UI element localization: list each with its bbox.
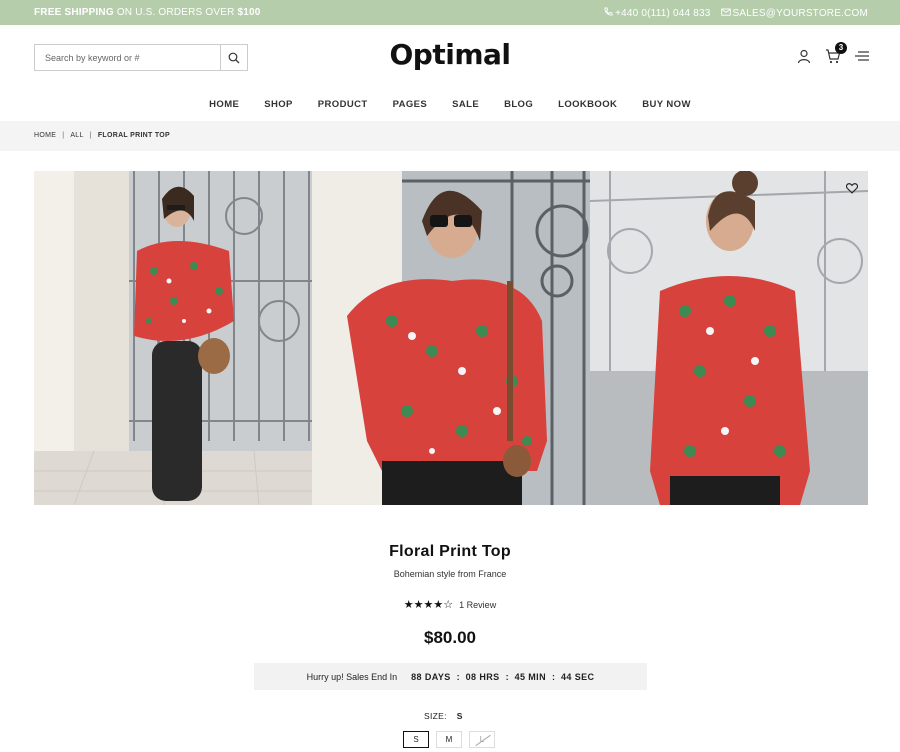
- nav-product[interactable]: PRODUCT: [318, 99, 368, 110]
- product-photo-full-body: [34, 171, 312, 505]
- email-address: SALES@YOURSTORE.COM: [732, 8, 868, 19]
- countdown-minutes: 45 MIN: [514, 671, 546, 682]
- heart-icon[interactable]: [846, 183, 858, 194]
- countdown-separator: :: [551, 671, 555, 682]
- product-title: Floral Print Top: [389, 543, 511, 560]
- shipping-strong: FREE SHIPPING: [34, 7, 114, 18]
- nav-sale[interactable]: SALE: [452, 99, 479, 110]
- main-nav: HOME SHOP PRODUCT PAGES SALE BLOG LOOKBO…: [0, 99, 900, 110]
- size-label: SIZE: S: [424, 711, 463, 721]
- countdown-separator: :: [505, 671, 509, 682]
- phone-icon: [604, 7, 613, 16]
- star-outline-icon: ☆: [443, 599, 454, 611]
- size-option-l[interactable]: L: [469, 731, 495, 748]
- star-rating: ★★★★☆: [404, 598, 453, 611]
- phone-number: +440 0(111) 044 833: [615, 8, 711, 19]
- product-price: $80.00: [424, 628, 476, 647]
- breadcrumb: HOME | ALL | FLORAL PRINT TOP: [0, 121, 900, 151]
- countdown-hours: 08 HRS: [465, 671, 500, 682]
- nav-pages[interactable]: PAGES: [393, 99, 428, 110]
- mail-icon: [720, 8, 731, 16]
- nav-blog[interactable]: BLOG: [504, 99, 533, 110]
- email-link[interactable]: SALES@YOURSTORE.COM: [720, 7, 868, 19]
- product-gallery: [34, 171, 868, 505]
- product-image-2[interactable]: [312, 171, 590, 505]
- product-photo-back-view: [590, 171, 868, 505]
- brand-logo[interactable]: Optimal: [0, 38, 900, 71]
- size-option-s[interactable]: S: [403, 731, 429, 748]
- breadcrumb-all[interactable]: ALL: [70, 132, 83, 139]
- breadcrumb-current: FLORAL PRINT TOP: [97, 132, 171, 139]
- product-photo-half-body: [312, 171, 590, 505]
- user-icon: [797, 49, 811, 64]
- size-selected: S: [456, 711, 463, 721]
- shipping-notice: FREE SHIPPING ON U.S. ORDERS OVER $100: [34, 7, 261, 18]
- nav-lookbook[interactable]: LOOKBOOK: [558, 99, 617, 110]
- cart-button[interactable]: 3: [825, 42, 847, 64]
- countdown-label: Hurry up! Sales End In: [306, 671, 398, 682]
- menu-button[interactable]: [854, 48, 870, 64]
- star-icon: ★: [413, 599, 424, 611]
- shipping-amount: $100: [237, 7, 261, 18]
- sale-countdown: Hurry up! Sales End In 88 DAYS : 08 HRS …: [254, 663, 647, 690]
- star-icon: ★: [403, 599, 414, 611]
- product-image-3[interactable]: [590, 171, 868, 505]
- nav-buy-now[interactable]: BUY NOW: [642, 99, 691, 110]
- breadcrumb-home[interactable]: HOME: [34, 132, 56, 139]
- product-image-1[interactable]: [34, 171, 312, 505]
- size-option-m[interactable]: M: [436, 731, 462, 748]
- countdown-separator: :: [456, 671, 460, 682]
- phone-link[interactable]: +440 0(111) 044 833: [603, 7, 710, 19]
- menu-icon: [855, 51, 869, 61]
- star-icon: ★: [433, 599, 444, 611]
- size-selector: S M L: [403, 731, 495, 748]
- cart-count-badge: 3: [835, 42, 847, 54]
- countdown-days: 88 DAYS: [411, 671, 451, 682]
- countdown-seconds: 44 SEC: [560, 671, 595, 682]
- product-subtitle: Bohemian style from France: [393, 569, 507, 579]
- product-rating: ★★★★☆ 1 Review: [0, 598, 900, 611]
- star-icon: ★: [423, 599, 434, 611]
- nav-home[interactable]: HOME: [209, 99, 239, 110]
- account-button[interactable]: [796, 48, 812, 64]
- promo-topbar: FREE SHIPPING ON U.S. ORDERS OVER $100 +…: [0, 0, 900, 25]
- size-label-text: SIZE:: [424, 711, 447, 721]
- nav-shop[interactable]: SHOP: [264, 99, 293, 110]
- shipping-text: ON U.S. ORDERS OVER: [113, 7, 238, 18]
- review-link[interactable]: 1 Review: [459, 600, 496, 610]
